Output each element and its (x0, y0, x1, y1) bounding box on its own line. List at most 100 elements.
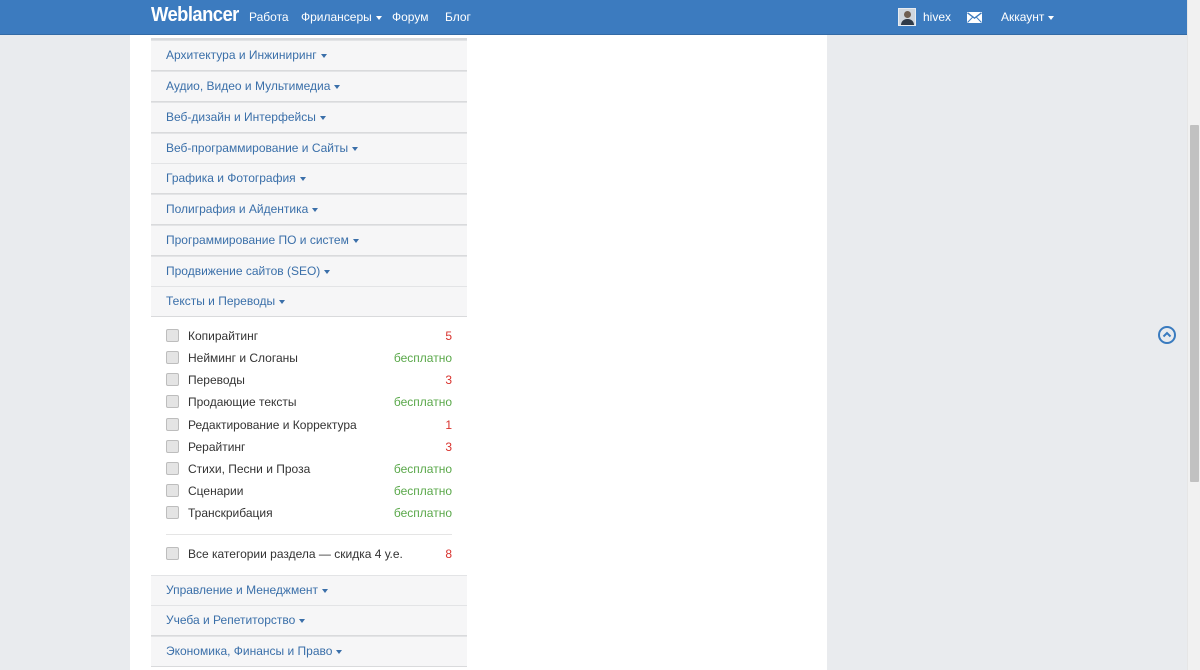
category-label: Веб-программирование и Сайты (166, 141, 349, 155)
chevron-down-icon (375, 15, 382, 20)
chevron-down-icon (312, 207, 319, 212)
subcategory-label[interactable]: Продающие тексты (188, 395, 297, 409)
mail-icon[interactable] (967, 12, 982, 23)
category-economics[interactable]: Экономика, Финансы и Право (151, 636, 467, 667)
subcategory-price: 3 (445, 373, 452, 387)
subcategory-row: Рерайтинг 3 (151, 436, 467, 458)
subcategory-price: бесплатно (393, 351, 452, 365)
chevron-down-icon (279, 299, 286, 304)
subcategory-checkbox[interactable] (166, 418, 179, 431)
category-label: Графика и Фотография (166, 171, 296, 185)
category-polygraphy[interactable]: Полиграфия и Айдентика (151, 194, 467, 225)
category-label: Полиграфия и Айдентика (166, 202, 309, 216)
chevron-down-icon (322, 588, 328, 593)
category-graphics[interactable]: Графика и Фотография (151, 163, 467, 194)
category-label: Экономика, Финансы и Право (166, 644, 333, 658)
category-web-design[interactable]: Веб-дизайн и Интерфейсы (151, 102, 467, 133)
chevron-down-icon (324, 269, 331, 274)
category-management[interactable]: Управление и Менеджмент (151, 575, 467, 606)
chevron-down-icon (352, 146, 359, 151)
subcategory-row: Переводы 3 (151, 369, 467, 391)
subcategory-checkbox[interactable] (166, 395, 179, 408)
top-navbar: Weblancer Работа Фрилансеры Форум Блог h… (0, 0, 1187, 35)
chevron-down-icon (299, 176, 306, 181)
category-panel: Архитектура и Инжиниринг Аудио, Видео и … (151, 38, 467, 670)
category-label: Аудио, Видео и Мультимедиа (166, 79, 331, 93)
all-categories-row: Все категории раздела — скидка 4 у.е. 8 (151, 543, 467, 565)
scroll-to-top-button[interactable] (1158, 326, 1176, 344)
subcategory-checkbox[interactable] (166, 329, 179, 342)
subcategory-label[interactable]: Сценарии (188, 484, 243, 498)
subcategory-label[interactable]: Стихи, Песни и Проза (188, 462, 310, 476)
subcategory-row: Нейминг и Слоганы бесплатно (151, 347, 467, 369)
chevron-down-icon (1048, 15, 1055, 20)
category-label: Продвижение сайтов (SEO) (166, 264, 321, 278)
subcategory-checkbox[interactable] (166, 506, 179, 519)
category-seo[interactable]: Продвижение сайтов (SEO) (151, 256, 467, 287)
account-menu[interactable]: Аккаунт (1001, 10, 1055, 24)
category-web-programming[interactable]: Веб-программирование и Сайты (151, 133, 467, 164)
subcategory-row: Транскрибация бесплатно (151, 502, 467, 524)
subcategory-label[interactable]: Рерайтинг (188, 440, 245, 454)
chevron-down-icon (319, 115, 326, 120)
nav-link-forum-label: Форум (392, 10, 429, 24)
category-audio-video[interactable]: Аудио, Видео и Мультимедиа (151, 71, 467, 102)
category-software[interactable]: Программирование ПО и систем (151, 225, 467, 256)
scrollbar-thumb[interactable] (1190, 125, 1199, 482)
nav-link-forum[interactable]: Форум (392, 10, 428, 24)
nav-link-freelancers[interactable]: Фрилансеры (301, 10, 382, 24)
subcategory-price: бесплатно (393, 462, 452, 476)
subcategory-row: Сценарии бесплатно (151, 480, 467, 502)
nav-link-blog[interactable]: Блог (445, 10, 471, 24)
subcategory-row: Стихи, Песни и Проза бесплатно (151, 458, 467, 480)
subcategory-divider (166, 534, 452, 535)
category-label: Программирование ПО и систем (166, 233, 349, 247)
page-scrollbar[interactable] (1187, 0, 1200, 670)
subcategory-price: 3 (445, 440, 452, 454)
category-education[interactable]: Учеба и Репетиторство (151, 605, 467, 636)
nav-link-freelancers-label: Фрилансеры (301, 10, 372, 24)
all-categories-label[interactable]: Все категории раздела — скидка 4 у.е. (188, 547, 403, 561)
nav-link-jobs[interactable]: Работа (249, 10, 289, 24)
category-architecture[interactable]: Архитектура и Инжиниринг (151, 40, 467, 71)
subcategory-label[interactable]: Переводы (188, 373, 245, 387)
username-label: hivex (923, 10, 952, 24)
avatar-head-shape (904, 11, 911, 18)
chevron-down-icon (299, 618, 306, 623)
chevron-down-icon (336, 649, 343, 654)
subcategory-checkbox[interactable] (166, 373, 179, 386)
subcategory-row: Продающие тексты бесплатно (151, 391, 467, 413)
subcategory-row: Копирайтинг 5 (151, 325, 467, 347)
subcategory-checkbox[interactable] (166, 351, 179, 364)
subcategory-row: Редактирование и Корректура 1 (151, 414, 467, 436)
chevron-down-icon (320, 53, 327, 58)
subcategory-price: 1 (445, 418, 452, 432)
subcategory-label[interactable]: Редактирование и Корректура (188, 418, 357, 432)
category-label: Веб-дизайн и Интерфейсы (166, 110, 316, 124)
nav-link-jobs-label: Работа (249, 10, 289, 24)
chevron-down-icon (352, 238, 359, 243)
all-categories-price: 8 (445, 547, 452, 561)
brand-logo[interactable]: Weblancer (151, 4, 239, 27)
category-label: Тексты и Переводы (166, 294, 276, 308)
username-link[interactable]: hivex (923, 10, 951, 24)
user-avatar[interactable] (898, 8, 916, 26)
subcategory-checkbox[interactable] (166, 440, 179, 453)
subcategory-checkbox[interactable] (166, 484, 179, 497)
subcategory-checkbox[interactable] (166, 462, 179, 475)
subcategory-label[interactable]: Транскрибация (188, 506, 273, 520)
avatar-shoulders-shape (901, 19, 914, 25)
nav-link-blog-label: Блог (445, 10, 471, 24)
subcategory-price: бесплатно (393, 506, 452, 520)
category-texts-translations[interactable]: Тексты и Переводы (151, 286, 467, 317)
account-menu-label: Аккаунт (1001, 10, 1045, 24)
subcategory-price: бесплатно (393, 484, 452, 498)
all-categories-checkbox[interactable] (166, 547, 179, 560)
category-label: Управление и Менеджмент (166, 583, 318, 597)
category-label: Учеба и Репетиторство (166, 613, 296, 627)
chevron-down-icon (334, 84, 341, 89)
subcategory-label[interactable]: Копирайтинг (188, 329, 258, 343)
chevron-up-icon (1162, 331, 1172, 338)
subcategory-label[interactable]: Нейминг и Слоганы (188, 351, 298, 365)
subcategory-price: бесплатно (393, 395, 452, 409)
